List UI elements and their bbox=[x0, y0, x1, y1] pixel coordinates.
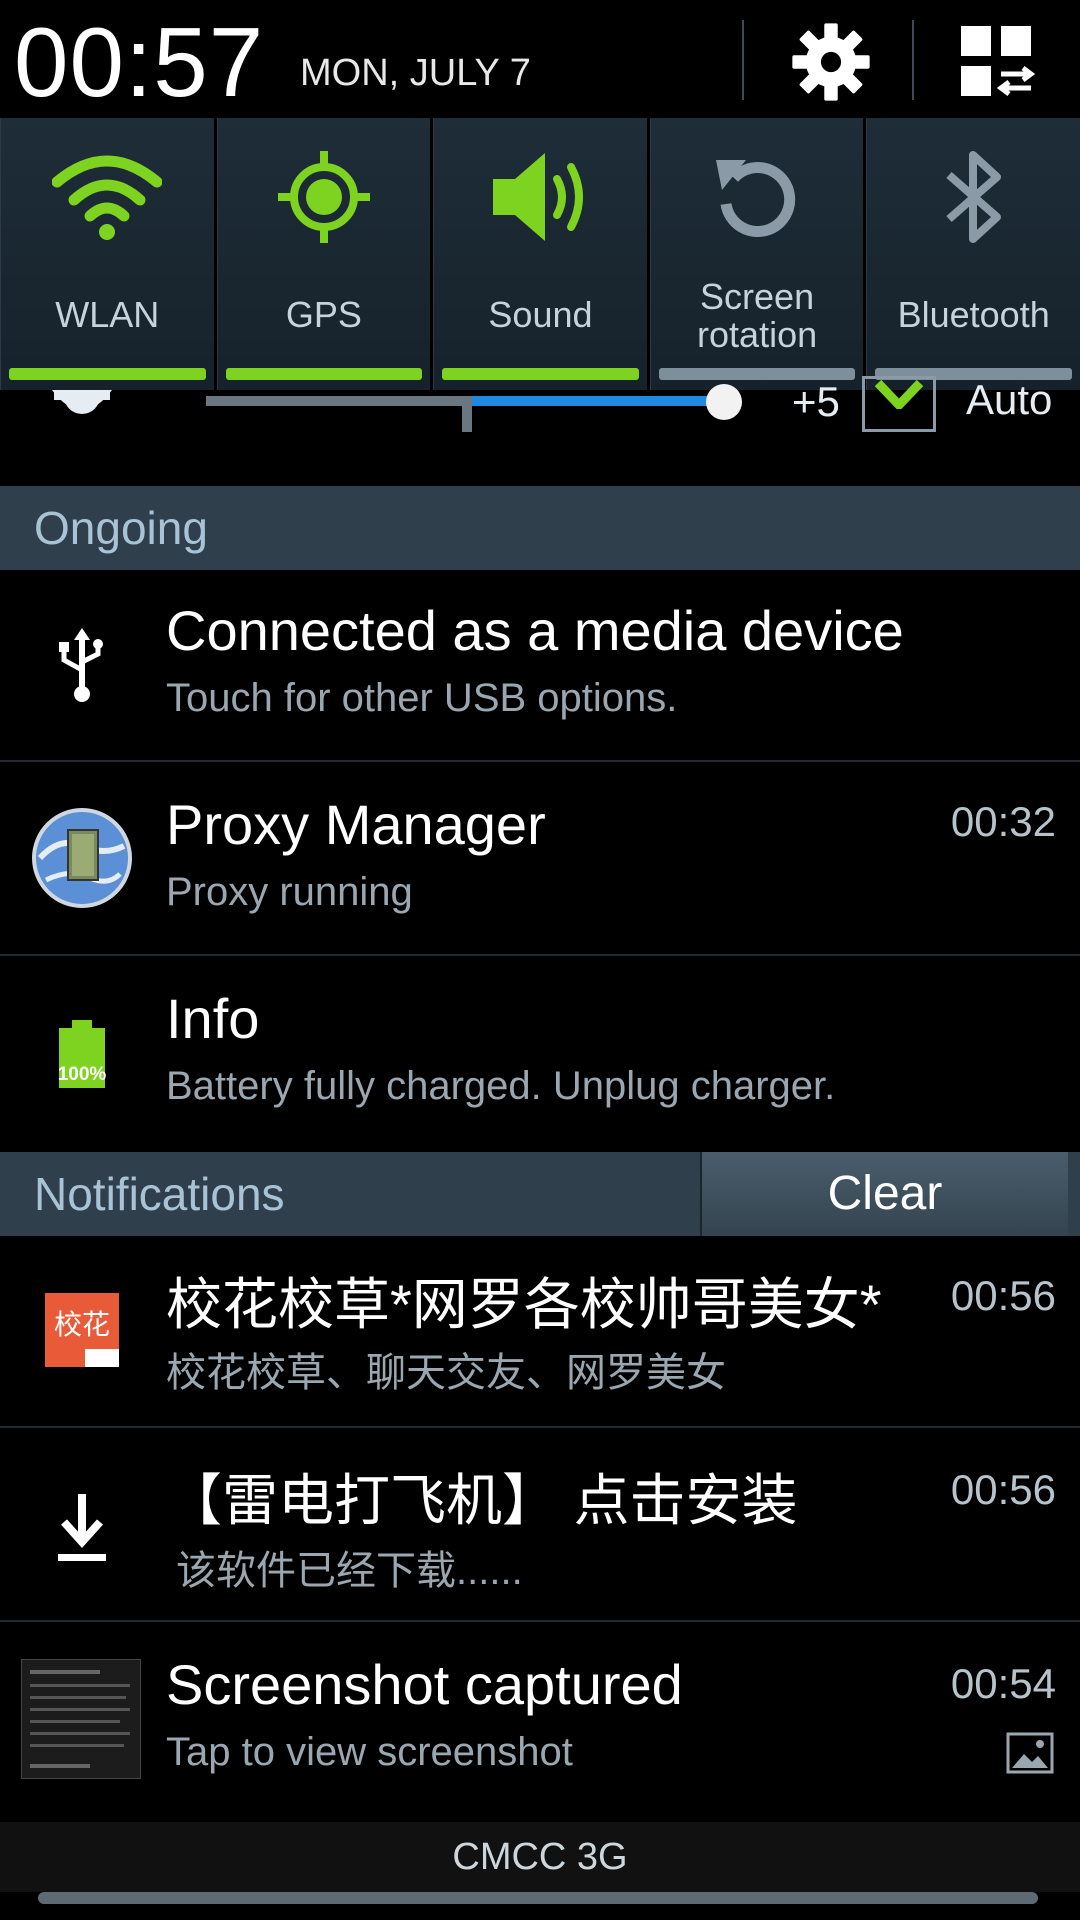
notification-proxy-manager[interactable]: Proxy Manager 00:32 Proxy running bbox=[0, 764, 1080, 956]
notification-time: 00:32 bbox=[950, 798, 1056, 845]
drag-handle[interactable] bbox=[38, 1892, 1038, 1904]
notification-subtitle: Battery fully charged. Unplug charger. bbox=[166, 1064, 836, 1108]
toggle-label: GPS bbox=[285, 294, 362, 335]
app-logo-icon: 校花 bbox=[45, 1293, 119, 1367]
brightness-track-fill[interactable] bbox=[472, 396, 722, 406]
bluetooth-icon bbox=[946, 151, 1001, 243]
toggle-wlan[interactable]: WLAN bbox=[0, 118, 214, 390]
notification-title: 校花校草*网罗各校帅哥美女* bbox=[166, 1273, 882, 1336]
notification-app-promo[interactable]: 校花 校花校草*网罗各校帅哥美女* 00:56 校花校草、聊天交友、网罗美女 bbox=[0, 1236, 1080, 1428]
brightness-offset: +5 bbox=[792, 378, 840, 425]
notification-screenshot[interactable]: Screenshot captured 00:54 Tap to view sc… bbox=[0, 1624, 1080, 1816]
check-icon bbox=[874, 379, 924, 409]
toggle-bluetooth[interactable]: Bluetooth bbox=[866, 118, 1080, 390]
auto-brightness-checkbox[interactable] bbox=[862, 376, 936, 432]
quick-panel-button[interactable] bbox=[942, 12, 1052, 112]
rotation-icon bbox=[716, 160, 796, 237]
gps-icon bbox=[277, 151, 370, 243]
wifi-icon bbox=[52, 155, 163, 240]
notification-subtitle: 校花校草、聊天交友、网罗美女 bbox=[166, 1351, 726, 1395]
download-icon bbox=[58, 1494, 106, 1561]
gear-icon bbox=[792, 23, 870, 101]
screenshot-thumbnail-icon bbox=[21, 1659, 141, 1779]
notification-subtitle: 该软件已经下载...... bbox=[176, 1549, 523, 1593]
header-divider bbox=[912, 20, 914, 100]
clock-time: 00:57 bbox=[14, 7, 265, 117]
brightness-row: +5 Auto bbox=[0, 376, 1080, 485]
notification-battery-info[interactable]: 100% Info Battery fully charged. Unplug … bbox=[0, 958, 1080, 1150]
carrier-label: CMCC 3G bbox=[0, 1822, 1080, 1892]
notification-title: Proxy Manager bbox=[166, 793, 546, 856]
globe-door-icon bbox=[32, 808, 132, 908]
image-icon bbox=[1006, 1732, 1054, 1774]
toggle-gps[interactable]: GPS bbox=[216, 118, 431, 390]
quick-toggle-bar: WLAN GPS Sound Screen rotation Bluetooth bbox=[0, 118, 1080, 390]
notification-time: 00:54 bbox=[950, 1660, 1056, 1707]
notification-title: Screenshot captured bbox=[166, 1653, 683, 1716]
toggle-label: Screen rotation bbox=[697, 276, 818, 355]
grid-swap-icon bbox=[961, 26, 1036, 96]
toggle-label: Sound bbox=[488, 294, 593, 335]
header-divider bbox=[742, 20, 744, 100]
settings-button[interactable] bbox=[776, 12, 886, 112]
toggle-indicator bbox=[442, 368, 639, 380]
clear-button[interactable]: Clear bbox=[700, 1152, 1068, 1236]
toggle-label: Bluetooth bbox=[897, 294, 1050, 335]
battery-full-icon: 100% bbox=[58, 1020, 106, 1088]
notification-subtitle: Touch for other USB options. bbox=[166, 676, 678, 720]
brightness-icon bbox=[52, 390, 112, 414]
notification-title: Info bbox=[166, 987, 260, 1050]
notification-time: 00:56 bbox=[950, 1272, 1056, 1319]
notification-download[interactable]: 【雷电打飞机】 点击安装 00:56 该软件已经下载...... bbox=[0, 1430, 1080, 1622]
toggle-indicator bbox=[225, 368, 423, 380]
date-label: MON, JULY 7 bbox=[300, 52, 531, 94]
notification-subtitle: Tap to view screenshot bbox=[166, 1730, 573, 1774]
notification-time: 00:56 bbox=[950, 1466, 1056, 1513]
speaker-icon bbox=[493, 153, 584, 241]
section-header-ongoing: Ongoing bbox=[0, 486, 1080, 570]
usb-icon bbox=[59, 628, 103, 702]
notification-subtitle: Proxy running bbox=[166, 870, 413, 914]
toggle-indicator bbox=[9, 368, 206, 380]
notification-usb[interactable]: Connected as a media device Touch for ot… bbox=[0, 570, 1080, 762]
toggle-screen-rotation[interactable]: Screen rotation bbox=[649, 118, 864, 390]
battery-percentage: 100% bbox=[57, 1064, 107, 1085]
brightness-track-left bbox=[206, 396, 470, 406]
app-logo-text: 校花 bbox=[53, 1309, 110, 1340]
notification-title: 【雷电打飞机】 点击安装 bbox=[166, 1469, 798, 1532]
auto-brightness-label: Auto bbox=[966, 376, 1053, 423]
notification-title: Connected as a media device bbox=[166, 599, 904, 662]
brightness-center-tick bbox=[462, 396, 472, 432]
toggle-sound[interactable]: Sound bbox=[433, 118, 647, 390]
brightness-slider-thumb[interactable] bbox=[706, 384, 742, 420]
toggle-label: WLAN bbox=[55, 294, 160, 335]
